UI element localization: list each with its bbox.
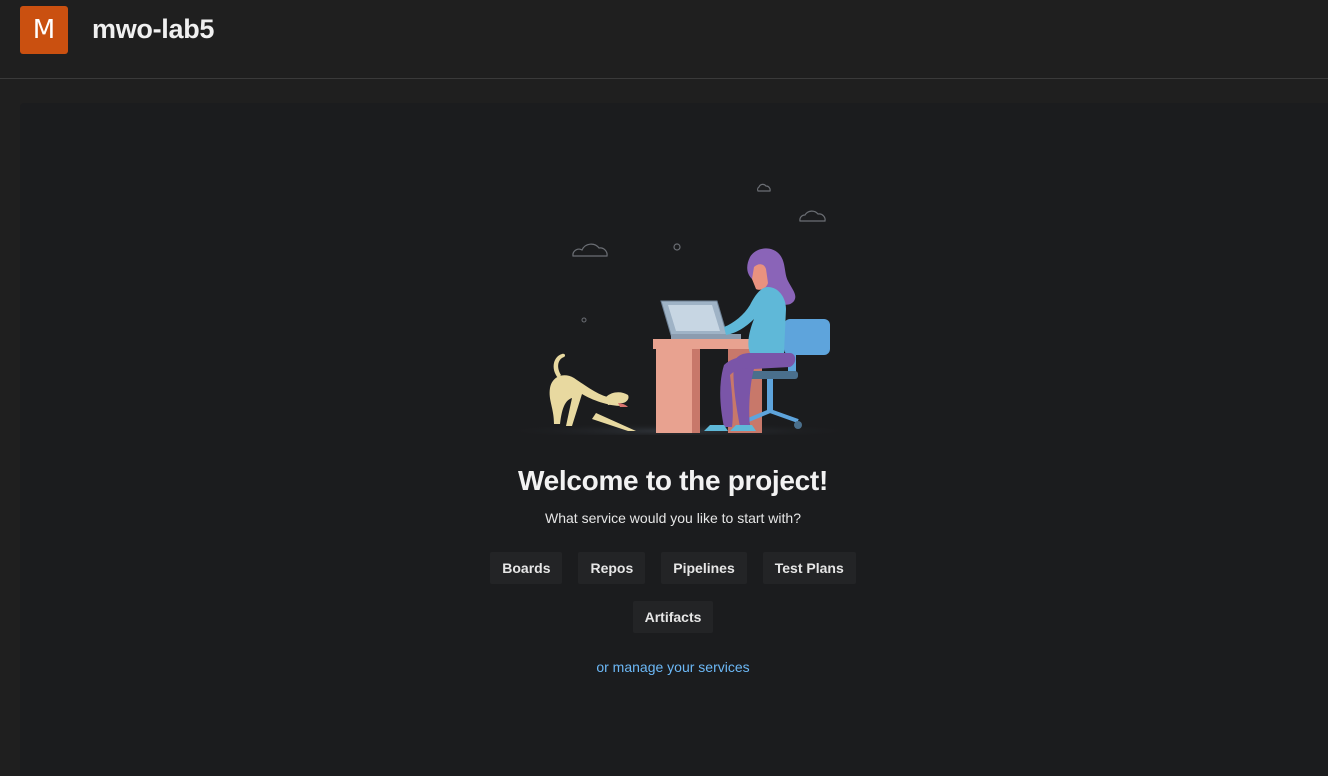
pipelines-button[interactable]: Pipelines [661,552,747,584]
cloud-icon [572,243,608,257]
artifacts-button[interactable]: Artifacts [632,601,714,633]
welcome-subtitle: What service would you like to start wit… [545,510,801,526]
header: M mwo-lab5 [0,0,1328,79]
cloud-icon [799,210,826,222]
dog-icon [549,353,636,431]
welcome-title: Welcome to the project! [518,465,828,496]
welcome-panel: Welcome to the project! What service wou… [20,103,1328,776]
welcome-illustration [493,183,863,435]
cloud-icon [757,183,771,192]
boards-button[interactable]: Boards [490,552,563,584]
project-avatar[interactable]: M [20,6,68,54]
bubble-icon [581,317,587,323]
repos-button[interactable]: Repos [578,552,646,584]
manage-services-link[interactable]: or manage your services [20,659,1326,675]
bubble-icon [673,243,681,251]
services-row: Artifacts [20,601,1326,633]
services-row: Boards Repos Pipelines Test Plans [20,552,1326,584]
test-plans-button[interactable]: Test Plans [762,552,856,584]
project-name[interactable]: mwo-lab5 [92,14,214,45]
